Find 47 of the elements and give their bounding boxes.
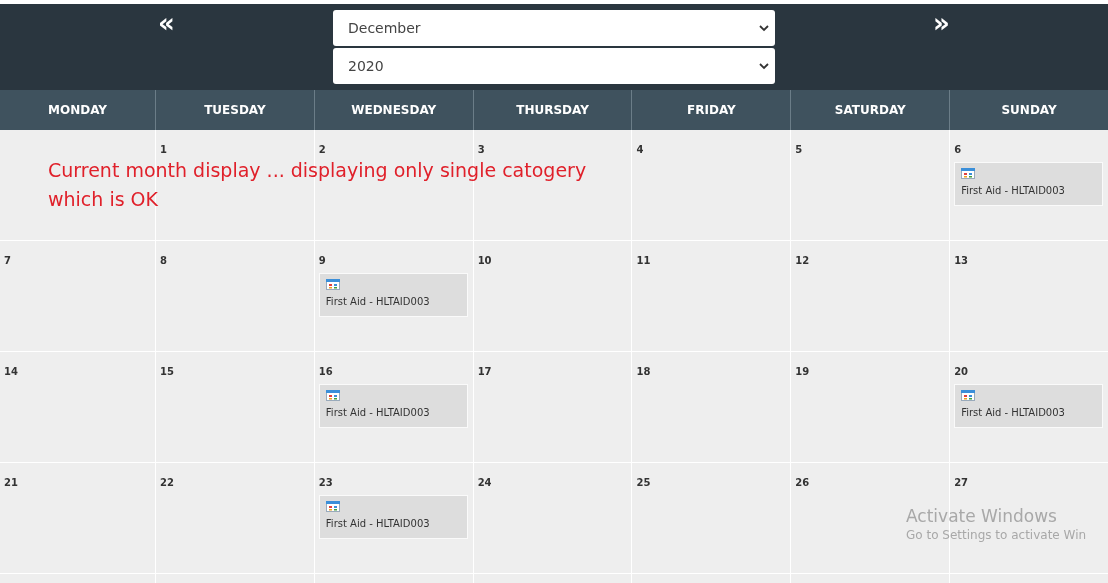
- annotation-text: Current month display ... displaying only single catogery which is OK: [48, 158, 587, 212]
- day-number: 24: [477, 477, 492, 488]
- chevron-icon: [759, 62, 769, 70]
- previous-month-button[interactable]: «: [154, 10, 179, 36]
- event-item[interactable]: First Aid - HLTAID003: [954, 162, 1103, 206]
- month-select[interactable]: December: [333, 10, 775, 46]
- chevron-icon: [759, 24, 769, 32]
- day-number: 13: [954, 255, 969, 266]
- day-number: 6: [954, 144, 962, 155]
- day-number: 23: [318, 477, 333, 488]
- event-item[interactable]: First Aid - HLTAID003: [954, 384, 1103, 428]
- day-number: 20: [954, 366, 969, 377]
- next-month-button[interactable]: »: [929, 10, 954, 36]
- calendar-icon: [325, 390, 340, 401]
- day-number: 12: [795, 255, 810, 266]
- calendar-icon: [325, 501, 340, 512]
- day-number: 7: [4, 255, 11, 266]
- calendar-icon: [961, 390, 976, 401]
- day-number: 9: [318, 255, 326, 266]
- day-number: 2: [318, 144, 326, 155]
- day-number: 8: [160, 255, 167, 266]
- day-number: 25: [636, 477, 651, 488]
- event-item[interactable]: First Aid - HLTAID003: [318, 273, 468, 317]
- day-number: 27: [954, 477, 969, 488]
- day-number: 26: [795, 477, 810, 488]
- day-number: 21: [4, 477, 18, 488]
- day-number: 4: [636, 144, 644, 155]
- day-number: 17: [477, 366, 492, 377]
- day-number: 19: [795, 366, 810, 377]
- event-item[interactable]: First Aid - HLTAID003: [318, 495, 468, 539]
- day-number: 18: [636, 366, 651, 377]
- year-select[interactable]: 2020: [333, 48, 775, 84]
- day-number: 14: [4, 366, 18, 377]
- day-number: 10: [477, 255, 492, 266]
- day-number: 11: [636, 255, 651, 266]
- day-number: 22: [160, 477, 174, 488]
- weekday-header: MONDAY: [47, 102, 108, 119]
- activation-title: Activate Windows: [906, 506, 1057, 526]
- day-number: 15: [160, 366, 174, 377]
- day-number: 16: [318, 366, 333, 377]
- event-item[interactable]: First Aid - HLTAID003: [318, 384, 468, 428]
- day-number: 1: [160, 144, 167, 155]
- activation-message: Go to Settings to activate Win: [906, 528, 1087, 542]
- day-number: 5: [795, 144, 803, 155]
- day-number: 3: [477, 144, 485, 155]
- calendar-icon: [325, 279, 340, 290]
- calendar-icon: [961, 168, 976, 179]
